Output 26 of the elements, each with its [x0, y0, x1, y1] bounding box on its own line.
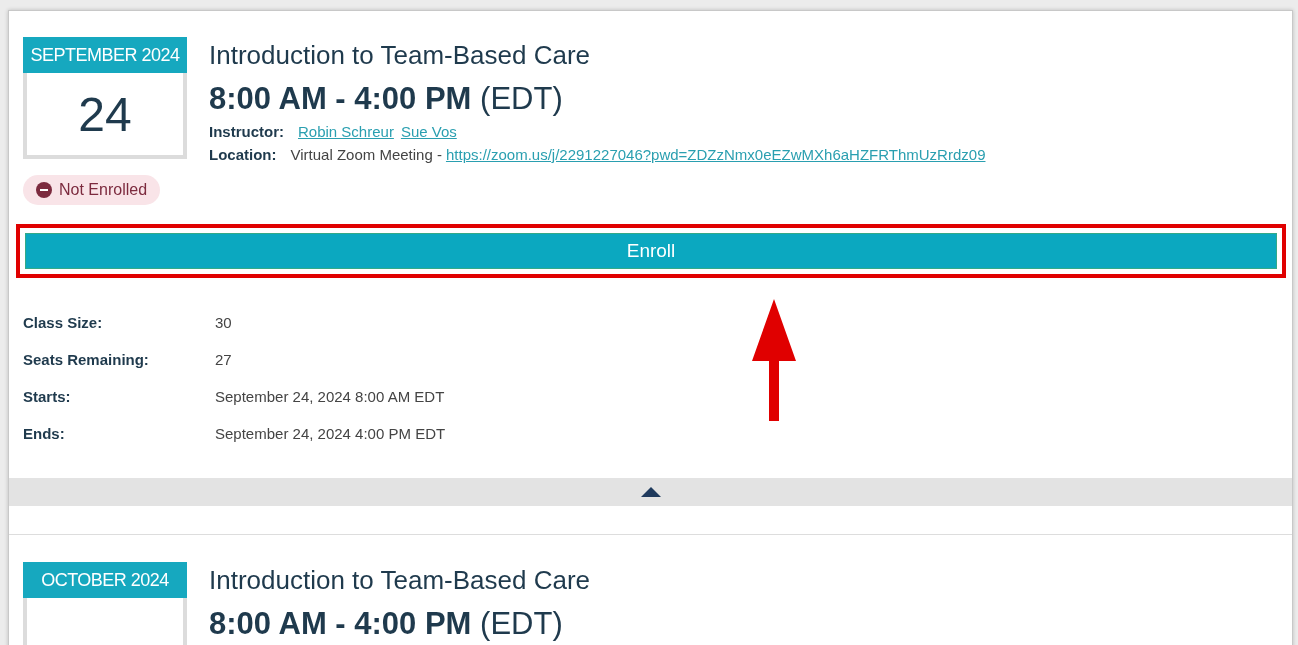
caret-up-icon: [640, 487, 661, 497]
event-title: Introduction to Team-Based Care: [209, 565, 591, 596]
enrollment-status-badge: Not Enrolled: [23, 175, 161, 205]
meeting-link[interactable]: https://zoom.us/j/2291227046?pwd=ZDZzNmx0eEZwMXh6aHZFRThmUzRrdz09: [445, 146, 986, 163]
minus-circle-icon: [36, 182, 52, 198]
event-month: OCTOBER 2024: [23, 562, 187, 598]
collapse-bar[interactable]: [9, 478, 1292, 506]
detail-value: 30: [215, 314, 233, 331]
detail-label: Starts:: [23, 388, 72, 405]
event-month: SEPTEMBER 2024: [23, 37, 187, 73]
event-day: 24: [78, 86, 132, 142]
event-time: 8:00 AM - 4:00 PM (EDT): [209, 81, 564, 117]
location-text: Virtual Zoom Meeting -: [290, 146, 442, 163]
instructor-link[interactable]: Robin Schreur: [298, 123, 394, 140]
event-title: Introduction to Team-Based Care: [209, 40, 592, 71]
detail-value: September 24, 2024 4:00 PM EDT: [215, 425, 447, 442]
event-time: 8:00 AM - 4:00 PM (EDT): [209, 606, 564, 642]
detail-value: 27: [215, 351, 233, 368]
location-label: Location:: [209, 146, 277, 163]
detail-label: Ends:: [23, 425, 66, 442]
detail-value: September 24, 2024 8:00 AM EDT: [215, 388, 446, 405]
instructor-link[interactable]: Sue Vos: [400, 123, 457, 140]
detail-label: Class Size:: [23, 314, 104, 331]
detail-label: Seats Remaining:: [23, 351, 150, 368]
instructor-label: Instructor:: [209, 123, 284, 140]
enroll-button[interactable]: Enroll: [25, 233, 1277, 269]
